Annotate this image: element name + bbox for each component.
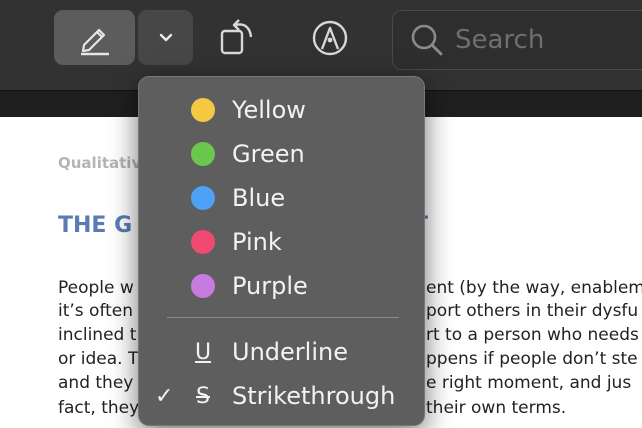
search-placeholder[interactable]: Search (455, 25, 544, 55)
menu-item-label: Underline (232, 338, 348, 366)
menu-item-label: Blue (232, 184, 286, 212)
highlight-button[interactable] (54, 10, 135, 65)
document-line-right: ppens if people don’t ste (426, 349, 638, 369)
menu-item-label: Yellow (232, 96, 306, 124)
strikethrough-icon: S (196, 383, 210, 409)
menu-separator (167, 317, 399, 318)
document-line-right: rt to a person who needs (426, 325, 639, 345)
document-heading-left: THE G (58, 213, 133, 238)
menu-item-underline[interactable]: U Underline (139, 331, 424, 373)
document-line-left: inclined t (58, 325, 137, 345)
document-line-left: People w (58, 278, 134, 298)
menu-item-purple[interactable]: Purple (139, 265, 424, 307)
pencil-icon (80, 28, 109, 55)
document-line-left: and they (58, 373, 134, 393)
purple-swatch (191, 274, 215, 298)
document-line-left: or idea. T (58, 349, 139, 369)
rotate-page-icon (220, 18, 253, 54)
yellow-swatch (191, 98, 215, 122)
underline-icon: U (194, 339, 212, 365)
rotate-button[interactable] (212, 10, 262, 65)
document-line-left: fact, they (58, 398, 140, 418)
menu-item-label: Green (232, 140, 305, 168)
preview-window: Search Qualitativ THE G T People w ent (… (0, 0, 642, 428)
menu-item-label: Pink (232, 228, 282, 256)
highlight-options-button[interactable] (138, 10, 193, 65)
pink-swatch (191, 230, 215, 254)
pen-tip-icon (312, 20, 348, 55)
document-line-left: it’s often (58, 301, 134, 321)
menu-item-label: Purple (232, 272, 308, 300)
blue-swatch (191, 186, 215, 210)
document-line-right: their own terms. (426, 398, 567, 418)
menu-item-pink[interactable]: Pink (139, 221, 424, 263)
menu-item-yellow[interactable]: Yellow (139, 89, 424, 131)
search-icon (411, 24, 443, 56)
menu-item-strikethrough[interactable]: ✓ S Strikethrough (139, 375, 424, 417)
document-kicker: Qualitativ (58, 154, 142, 172)
menu-item-green[interactable]: Green (139, 133, 424, 175)
menu-item-label: Strikethrough (232, 382, 396, 410)
search-field[interactable]: Search (392, 10, 642, 70)
menu-item-blue[interactable]: Blue (139, 177, 424, 219)
green-swatch (191, 142, 215, 166)
document-line-right: ent (by the way, enablem (426, 278, 642, 298)
document-line-right: e right moment, and jus (426, 373, 632, 393)
markup-toolbar-button[interactable] (306, 10, 354, 65)
checkmark-icon: ✓ (155, 383, 174, 409)
chevron-down-icon (159, 33, 172, 41)
highlight-menu: Yellow Green Blue Pink Purple U Underlin… (138, 76, 425, 426)
document-line-right: port others in their dysfu (426, 301, 639, 321)
